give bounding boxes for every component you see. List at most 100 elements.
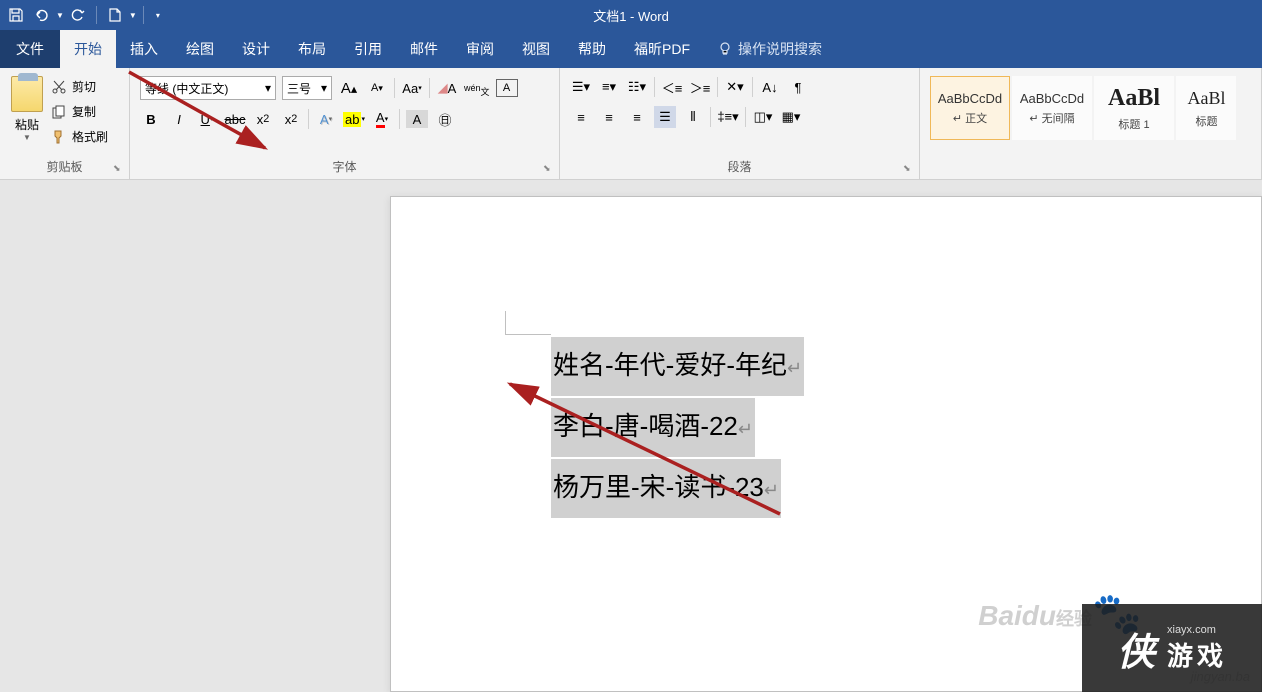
font-color-button[interactable]: A▾ bbox=[371, 108, 393, 130]
clipboard-group: 粘贴 ▼ 剪切 复制 格式刷 剪贴板 ⬊ bbox=[0, 68, 130, 179]
doc-line-3[interactable]: 杨万里-宋-读书-23↵ bbox=[551, 459, 781, 518]
distribute-button[interactable]: ⫴ bbox=[682, 106, 704, 128]
text-direction-button[interactable]: ✕▾ bbox=[724, 76, 746, 98]
style-normal[interactable]: AaBbCcDd ↵ 正文 bbox=[930, 76, 1010, 140]
overlay-watermark: 侠 xiayx.com 游戏 bbox=[1082, 604, 1262, 692]
ribbon: 粘贴 ▼ 剪切 复制 格式刷 剪贴板 ⬊ bbox=[0, 68, 1262, 180]
window-title: 文档1 - Word bbox=[593, 6, 669, 25]
overlay-cn-text: 游戏 bbox=[1167, 636, 1227, 673]
show-marks-button[interactable]: ¶ bbox=[787, 76, 809, 98]
justify-button[interactable]: ☰ bbox=[654, 106, 676, 128]
clear-format-button[interactable]: ◢A bbox=[436, 77, 458, 99]
tab-foxit-pdf[interactable]: 福昕PDF bbox=[620, 30, 704, 68]
enclose-char-button[interactable]: ㊐ bbox=[434, 108, 456, 130]
tab-review[interactable]: 审阅 bbox=[452, 30, 508, 68]
margin-indicator bbox=[505, 311, 551, 335]
tab-home[interactable]: 开始 bbox=[60, 30, 116, 68]
decrease-indent-button[interactable]: ＜≡ bbox=[661, 76, 683, 98]
font-group: 等线 (中文正文)▾ 三号▾ A▴ A▾ Aa▾ ◢A wén文 A B I U… bbox=[130, 68, 560, 179]
line-spacing-button[interactable]: ‡≡▾ bbox=[717, 106, 739, 128]
paste-button[interactable]: 粘贴 ▼ bbox=[6, 72, 48, 156]
tab-insert[interactable]: 插入 bbox=[116, 30, 172, 68]
align-right-button[interactable]: ≡ bbox=[626, 106, 648, 128]
undo-button[interactable] bbox=[30, 3, 54, 27]
align-center-button[interactable]: ≡ bbox=[598, 106, 620, 128]
workspace: 姓名-年代-爱好-年纪↵ 李白-唐-喝酒-22↵ 杨万里-宋-读书-23↵ Ba… bbox=[0, 180, 1262, 692]
grow-font-button[interactable]: A▴ bbox=[338, 77, 360, 99]
tab-file[interactable]: 文件 bbox=[0, 30, 60, 68]
title-bar: ▼ ▼ ▾ 文档1 - Word bbox=[0, 0, 1262, 30]
shading-button[interactable]: ◫▾ bbox=[752, 106, 774, 128]
qat-customize-icon[interactable]: ▾ bbox=[156, 11, 160, 20]
font-launcher[interactable]: ⬊ bbox=[543, 163, 557, 177]
font-size-select[interactable]: 三号▾ bbox=[282, 76, 332, 100]
lightbulb-icon bbox=[718, 42, 732, 56]
clipboard-launcher[interactable]: ⬊ bbox=[113, 163, 127, 177]
ribbon-tabs: 文件 开始 插入 绘图 设计 布局 引用 邮件 审阅 视图 帮助 福昕PDF 操… bbox=[0, 30, 1262, 68]
align-left-button[interactable]: ≡ bbox=[570, 106, 592, 128]
format-painter-button[interactable]: 格式刷 bbox=[48, 126, 112, 147]
underline-button[interactable]: U▾ bbox=[196, 108, 218, 130]
clipboard-label: 剪贴板 bbox=[6, 156, 123, 179]
new-document-button[interactable] bbox=[103, 3, 127, 27]
text-effects-button[interactable]: A▾ bbox=[315, 108, 337, 130]
style-no-spacing[interactable]: AaBbCcDd ↵ 无间隔 bbox=[1012, 76, 1092, 140]
styles-group: AaBbCcDd ↵ 正文 AaBbCcDd ↵ 无间隔 AaBl 标题 1 A… bbox=[920, 68, 1262, 179]
style-gallery: AaBbCcDd ↵ 正文 AaBbCcDd ↵ 无间隔 AaBl 标题 1 A… bbox=[926, 72, 1240, 179]
cut-button[interactable]: 剪切 bbox=[48, 76, 112, 97]
font-label: 字体 bbox=[136, 156, 553, 179]
tab-design[interactable]: 设计 bbox=[228, 30, 284, 68]
chevron-down-icon: ▾ bbox=[321, 81, 327, 95]
tab-references[interactable]: 引用 bbox=[340, 30, 396, 68]
multilevel-button[interactable]: ☷▾ bbox=[626, 76, 648, 98]
borders-button[interactable]: ▦▾ bbox=[780, 106, 802, 128]
sort-button[interactable]: A↓ bbox=[759, 76, 781, 98]
bullets-button[interactable]: ☰▾ bbox=[570, 76, 592, 98]
tab-view[interactable]: 视图 bbox=[508, 30, 564, 68]
paste-dropdown-icon[interactable]: ▼ bbox=[23, 133, 31, 142]
overlay-logo-icon: 侠 bbox=[1117, 621, 1155, 676]
increase-indent-button[interactable]: ＞≡ bbox=[689, 76, 711, 98]
document-area: 姓名-年代-爱好-年纪↵ 李白-唐-喝酒-22↵ 杨万里-宋-读书-23↵ Ba… bbox=[0, 180, 1262, 692]
superscript-button[interactable]: x2 bbox=[280, 108, 302, 130]
style-heading1[interactable]: AaBl 标题 1 bbox=[1094, 76, 1174, 140]
undo-dropdown-icon[interactable]: ▼ bbox=[56, 11, 64, 20]
bold-button[interactable]: B bbox=[140, 108, 162, 130]
char-shading-button[interactable]: A bbox=[406, 110, 428, 128]
paste-icon bbox=[11, 76, 43, 112]
subscript-button[interactable]: x2 bbox=[252, 108, 274, 130]
overlay-url: xiayx.com bbox=[1167, 624, 1227, 636]
strikethrough-button[interactable]: abc bbox=[224, 108, 246, 130]
paragraph-group: ☰▾ ≡▾ ☷▾ ＜≡ ＞≡ ✕▾ A↓ ¶ ≡ ≡ ≡ ☰ ⫴ ‡≡▾ bbox=[560, 68, 920, 179]
change-case-button[interactable]: Aa▾ bbox=[401, 77, 423, 99]
tab-mailings[interactable]: 邮件 bbox=[396, 30, 452, 68]
quick-access-toolbar: ▼ ▼ ▾ bbox=[0, 3, 164, 27]
shrink-font-button[interactable]: A▾ bbox=[366, 77, 388, 99]
paragraph-launcher[interactable]: ⬊ bbox=[903, 163, 917, 177]
paragraph-mark-icon: ↵ bbox=[738, 419, 753, 439]
doc-line-2[interactable]: 李白-唐-喝酒-22↵ bbox=[551, 398, 755, 457]
tell-me-search[interactable]: 操作说明搜索 bbox=[704, 30, 836, 68]
italic-button[interactable]: I bbox=[168, 108, 190, 130]
numbering-button[interactable]: ≡▾ bbox=[598, 76, 620, 98]
baidu-watermark: Baidu经验 bbox=[978, 600, 1092, 632]
highlight-button[interactable]: ab▾ bbox=[343, 108, 365, 130]
paragraph-mark-icon: ↵ bbox=[764, 480, 779, 500]
new-dropdown-icon[interactable]: ▼ bbox=[129, 11, 137, 20]
brush-icon bbox=[52, 130, 66, 144]
font-name-select[interactable]: 等线 (中文正文)▾ bbox=[140, 76, 276, 100]
tab-help[interactable]: 帮助 bbox=[564, 30, 620, 68]
phonetic-guide-button[interactable]: wén文 bbox=[464, 77, 490, 99]
chevron-down-icon: ▾ bbox=[265, 81, 271, 95]
paragraph-mark-icon: ↵ bbox=[787, 358, 802, 378]
copy-button[interactable]: 复制 bbox=[48, 101, 112, 122]
doc-line-1[interactable]: 姓名-年代-爱好-年纪↵ bbox=[551, 337, 804, 396]
char-border-button[interactable]: A bbox=[496, 79, 518, 97]
copy-icon bbox=[52, 105, 66, 119]
redo-button[interactable] bbox=[66, 3, 90, 27]
style-heading2[interactable]: AaBl 标题 bbox=[1176, 76, 1236, 140]
save-button[interactable] bbox=[4, 3, 28, 27]
tab-draw[interactable]: 绘图 bbox=[172, 30, 228, 68]
tell-me-label: 操作说明搜索 bbox=[738, 39, 822, 59]
tab-layout[interactable]: 布局 bbox=[284, 30, 340, 68]
